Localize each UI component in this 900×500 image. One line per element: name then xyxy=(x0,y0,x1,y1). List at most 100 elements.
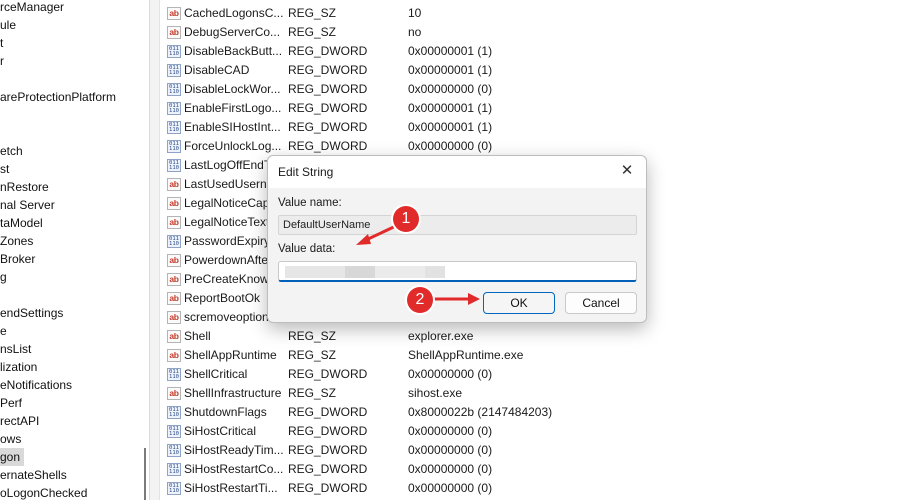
ok-button[interactable]: OK xyxy=(483,292,555,314)
tree-item[interactable]: Broker xyxy=(0,250,35,268)
tree-item[interactable]: gon xyxy=(0,448,25,466)
tree-item[interactable]: lization xyxy=(0,358,37,376)
registry-key-tree[interactable]: rceManager ule t r areProtectionPlatform etch… xyxy=(0,0,150,500)
dialog-titlebar: Edit String ✕ xyxy=(268,156,646,188)
value-name: Shell xyxy=(184,329,211,343)
value-name: ShellAppRuntime xyxy=(184,348,277,362)
value-data: 0x00000000 (0) xyxy=(408,424,493,438)
string-value-icon: ab xyxy=(167,254,181,267)
value-name: ShutdownFlags xyxy=(184,405,267,419)
value-name: EnableSIHostInt... xyxy=(184,120,281,134)
tree-item[interactable]: t xyxy=(0,34,3,52)
value-type: REG_SZ xyxy=(288,348,337,362)
step-2-badge: 2 xyxy=(407,287,433,313)
tree-item[interactable]: r xyxy=(0,52,4,70)
value-data: explorer.exe xyxy=(408,329,474,343)
tree-item[interactable]: rceManager xyxy=(0,0,64,16)
value-type: REG_SZ xyxy=(288,386,337,400)
value-data: 0x8000022b (2147484203) xyxy=(408,405,553,419)
value-row[interactable]: 011 110 ShellCritical REG_DWORD 0x00000000 (… xyxy=(161,365,900,384)
value-row[interactable]: ab ShellAppRuntime REG_SZ ShellAppRuntime.e… xyxy=(161,346,900,365)
tree-item[interactable]: Zones xyxy=(0,232,33,250)
value-type: REG_DWORD xyxy=(288,63,368,77)
value-row[interactable]: 011 110 SiHostReadyTim... REG_DWORD 0x000000… xyxy=(161,441,900,460)
value-type: REG_DWORD xyxy=(288,405,368,419)
value-name: ForceUnlockLog... xyxy=(184,139,282,153)
tree-item[interactable]: Perf xyxy=(0,394,22,412)
value-row[interactable]: 011 110 DisableCAD REG_DWORD 0x00000001 (1) xyxy=(161,61,900,80)
string-value-icon: ab xyxy=(167,273,181,286)
value-row[interactable]: 011 110 ShutdownFlags REG_DWORD 0x8000022b (… xyxy=(161,403,900,422)
close-icon[interactable]: ✕ xyxy=(618,162,636,180)
tree-scrollbar[interactable] xyxy=(144,448,146,500)
redacted-text xyxy=(285,266,345,278)
dword-value-icon: 011 110 xyxy=(167,45,181,58)
value-type: REG_DWORD xyxy=(288,44,368,58)
tree-item[interactable]: e xyxy=(0,322,7,340)
value-type: REG_DWORD xyxy=(288,424,368,438)
value-data: no xyxy=(408,25,422,39)
dword-value-icon: 011 110 xyxy=(167,425,181,438)
tree-item[interactable]: st xyxy=(0,160,9,178)
dword-value-icon: 011 110 xyxy=(167,159,181,172)
value-name: SiHostRestartCo... xyxy=(184,462,284,476)
value-data: 0x00000000 (0) xyxy=(408,82,493,96)
string-value-icon: ab xyxy=(167,311,181,324)
tree-item[interactable]: areProtectionPlatform xyxy=(0,88,116,106)
value-data: 0x00000000 (0) xyxy=(408,367,493,381)
value-name: DisableLockWor... xyxy=(184,82,281,96)
value-data-label: Value data: xyxy=(278,243,336,255)
value-row[interactable]: 011 110 DisableBackButt... REG_DWORD 0x00000… xyxy=(161,42,900,61)
value-data-input[interactable] xyxy=(278,261,637,282)
dword-value-icon: 011 110 xyxy=(167,444,181,457)
tree-item[interactable]: g xyxy=(0,268,7,286)
tree-item[interactable]: ule xyxy=(0,16,16,34)
tree-item[interactable]: oLogonChecked xyxy=(0,484,87,500)
pane-splitter[interactable] xyxy=(150,0,160,500)
value-row[interactable]: 011 110 ForceUnlockLog... REG_DWORD 0x000000… xyxy=(161,137,900,156)
value-row[interactable]: 011 110 SiHostCritical REG_DWORD 0x00000000 … xyxy=(161,422,900,441)
tree-item[interactable]: ows xyxy=(0,430,21,448)
value-data: 0x00000001 (1) xyxy=(408,101,493,115)
redacted-text xyxy=(425,266,445,278)
value-name: SiHostReadyTim... xyxy=(184,443,284,457)
tree-item[interactable]: ernateShells xyxy=(0,466,67,484)
dialog-title: Edit String xyxy=(278,165,334,179)
dword-value-icon: 011 110 xyxy=(167,463,181,476)
value-data: 0x00000000 (0) xyxy=(408,481,493,495)
tree-item[interactable]: eNotifications xyxy=(0,376,72,394)
dword-value-icon: 011 110 xyxy=(167,235,181,248)
string-value-icon: ab xyxy=(167,26,181,39)
dword-value-icon: 011 110 xyxy=(167,140,181,153)
value-row[interactable]: 011 110 EnableSIHostInt... REG_DWORD 0x00000… xyxy=(161,118,900,137)
cancel-button[interactable]: Cancel xyxy=(565,292,637,314)
tree-item[interactable]: endSettings xyxy=(0,304,63,322)
value-row[interactable]: 011 110 DisableLockWor... REG_DWORD 0x000000… xyxy=(161,80,900,99)
edit-string-dialog: Edit String ✕ Value name: DefaultUserNam… xyxy=(267,155,647,323)
value-data: 0x00000000 (0) xyxy=(408,443,493,457)
tree-item[interactable]: rectAPI xyxy=(0,412,39,430)
tree-item[interactable]: nRestore xyxy=(0,178,49,196)
value-row[interactable]: ab ShellInfrastructure REG_SZ sihost.exe xyxy=(161,384,900,403)
value-data: ShellAppRuntime.exe xyxy=(408,348,524,362)
value-row[interactable]: ab CachedLogonsC... REG_SZ 10 xyxy=(161,4,900,23)
value-type: REG_SZ xyxy=(288,329,337,343)
value-type: REG_DWORD xyxy=(288,82,368,96)
value-type: REG_SZ xyxy=(288,6,337,20)
value-type: REG_DWORD xyxy=(288,481,368,495)
string-value-icon: ab xyxy=(167,216,181,229)
tree-item[interactable]: nsList xyxy=(0,340,31,358)
tree-item[interactable]: nal Server xyxy=(0,196,55,214)
value-type: REG_DWORD xyxy=(288,101,368,115)
value-name: ShellCritical xyxy=(184,367,248,381)
value-row[interactable]: 011 110 SiHostRestartTi... REG_DWORD 0x00000… xyxy=(161,479,900,498)
value-type: REG_DWORD xyxy=(288,443,368,457)
string-value-icon: ab xyxy=(167,330,181,343)
tree-item[interactable]: taModel xyxy=(0,214,43,232)
value-row[interactable]: ab Shell REG_SZ explorer.exe xyxy=(161,327,900,346)
value-row[interactable]: 011 110 SiHostRestartCo... REG_DWORD 0x00000… xyxy=(161,460,900,479)
value-type: REG_DWORD xyxy=(288,367,368,381)
value-row[interactable]: 011 110 EnableFirstLogo... REG_DWORD 0x00000… xyxy=(161,99,900,118)
value-row[interactable]: ab DebugServerCo... REG_SZ no xyxy=(161,23,900,42)
tree-item[interactable]: etch xyxy=(0,142,23,160)
